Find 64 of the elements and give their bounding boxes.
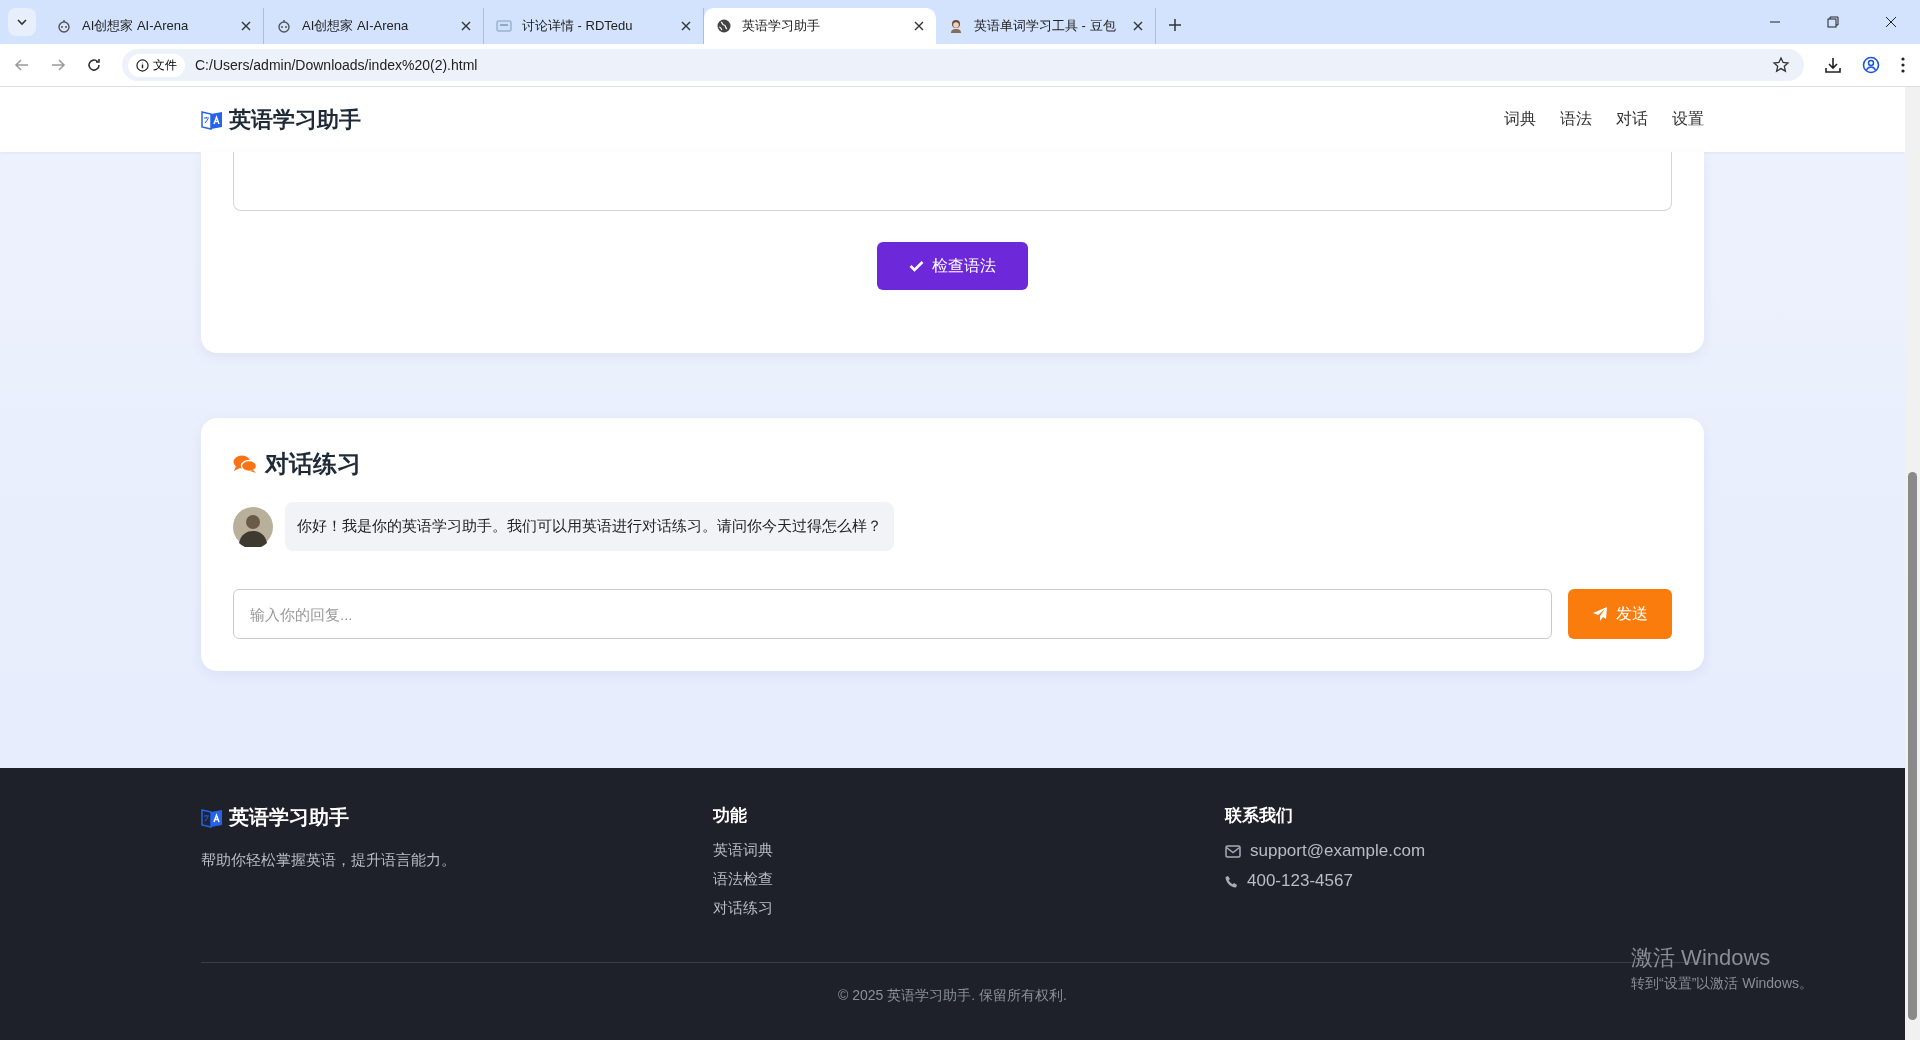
chat-bubbles-icon <box>233 454 257 474</box>
info-icon <box>136 58 149 72</box>
contact-text: 400-123-4567 <box>1247 871 1353 891</box>
phone-icon <box>1225 874 1238 888</box>
copyright-text: © 2025 英语学习助手. 保留所有权利. <box>838 987 1067 1005</box>
robot-icon <box>56 18 72 34</box>
scrollbar[interactable] <box>1905 87 1920 1040</box>
activation-notice-text: 转到“设置”以激活 Windows。 <box>1631 975 1813 993</box>
chevron-down-icon <box>16 16 28 28</box>
nav-link[interactable]: 语法 <box>1560 109 1592 130</box>
nav-link[interactable]: 设置 <box>1672 109 1704 130</box>
footer-description: 帮助你轻松掌握英语，提升语言能力。 <box>201 851 457 870</box>
close-icon[interactable] <box>1885 16 1897 28</box>
close-icon[interactable] <box>914 21 924 31</box>
footer-link[interactable]: 对话练习 <box>713 899 1225 918</box>
site-info-chip[interactable]: 文件 <box>128 53 185 77</box>
translate-book-icon <box>201 108 223 131</box>
close-icon[interactable] <box>681 21 691 31</box>
tab-title: AI创想家 AI-Arena <box>302 17 410 35</box>
tab-title: 讨论详情 - RDTedu <box>522 17 634 35</box>
back-arrow-icon[interactable] <box>14 57 30 73</box>
check-grammar-button[interactable]: 检查语法 <box>877 242 1028 290</box>
nav-link[interactable]: 词典 <box>1504 109 1536 130</box>
forward-arrow-icon[interactable] <box>50 57 66 73</box>
section-title: 对话练习 <box>265 449 361 479</box>
check-icon <box>909 260 924 272</box>
footer-link[interactable]: 英语词典 <box>713 841 1225 860</box>
robot-icon <box>276 18 292 34</box>
reply-input-field[interactable]: 输入你的回复... <box>233 589 1552 639</box>
footer-link[interactable]: 语法检查 <box>713 870 1225 889</box>
tab-title: 英语学习助手 <box>742 17 821 35</box>
restore-icon[interactable] <box>1827 16 1839 28</box>
avatar-silhouette <box>233 506 273 547</box>
tab-search-button[interactable] <box>8 8 36 36</box>
more-menu-icon[interactable] <box>1900 56 1906 74</box>
url-text: C:/Users/admin/Downloads/index%20(2).html <box>195 57 478 73</box>
text-input-area[interactable] <box>233 152 1672 211</box>
close-icon[interactable] <box>1133 21 1143 31</box>
person-avatar-icon <box>948 18 964 34</box>
globe-icon <box>716 18 732 34</box>
new-tab-icon[interactable] <box>1168 18 1182 32</box>
footer-heading: 联系我们 <box>1225 805 1294 827</box>
close-icon[interactable] <box>461 21 471 31</box>
translate-book-icon <box>201 806 223 829</box>
activation-notice-title: 激活 Windows <box>1631 944 1772 972</box>
page-icon <box>496 18 512 34</box>
tab-title: 英语单词学习工具 - 豆包 <box>974 17 1117 35</box>
scrollbar-thumb[interactable] <box>1908 472 1917 1020</box>
star-icon[interactable] <box>1772 56 1790 74</box>
reload-icon[interactable] <box>86 57 102 73</box>
download-icon[interactable] <box>1824 56 1842 74</box>
footer-logo-text: 英语学习助手 <box>229 805 349 830</box>
contact-text: support@example.com <box>1250 841 1426 861</box>
close-icon[interactable] <box>241 21 251 31</box>
nav-link[interactable]: 对话 <box>1616 109 1648 130</box>
paper-plane-icon <box>1592 606 1608 622</box>
browser-tab[interactable]: 英语学习助手 <box>704 8 936 44</box>
site-logo-text: 英语学习助手 <box>229 105 361 134</box>
footer-heading: 功能 <box>713 805 748 827</box>
address-bar[interactable]: 文件 C:/Users/admin/Downloads/index%20(2).html <box>122 49 1804 81</box>
chat-message: 你好！我是你的英语学习助手。我们可以用英语进行对话练习。请问你今天过得怎么样？ <box>285 502 894 551</box>
envelope-icon <box>1225 844 1241 858</box>
profile-icon[interactable] <box>1862 56 1880 74</box>
tab-title: AI创想家 AI-Arena <box>82 17 190 35</box>
